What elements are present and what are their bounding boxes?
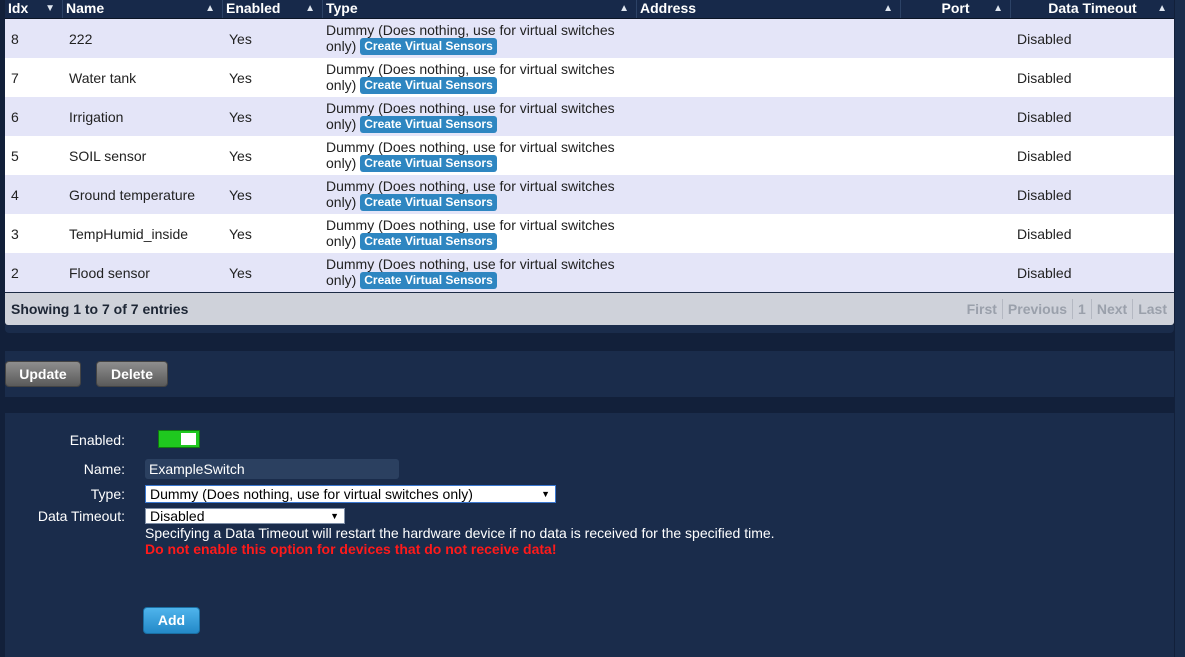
cell-data-timeout: Disabled: [1017, 264, 1072, 281]
cell-enabled: Yes: [229, 30, 252, 47]
cell-name: Irrigation: [69, 108, 124, 125]
sort-icon: ▲: [993, 3, 1003, 14]
table-row[interactable]: 8 222 Yes Dummy (Does nothing, use for v…: [5, 19, 1174, 58]
create-virtual-sensors-button[interactable]: Create Virtual Sensors: [360, 116, 497, 134]
create-virtual-sensors-button[interactable]: Create Virtual Sensors: [360, 233, 497, 251]
create-virtual-sensors-button[interactable]: Create Virtual Sensors: [360, 38, 497, 56]
table-body: 8 222 Yes Dummy (Does nothing, use for v…: [5, 19, 1174, 292]
cell-data-timeout: Disabled: [1017, 225, 1072, 242]
sort-icon: ▲: [205, 3, 215, 14]
table-footer: Showing 1 to 7 of 7 entries First Previo…: [5, 292, 1174, 325]
table-header: Idx ▼ Name ▲ Enabled ▲ Type ▲ Address ▲ Port ▲…: [5, 0, 1174, 19]
col-port[interactable]: Port ▲: [901, 0, 1011, 18]
table-info: Showing 1 to 7 of 7 entries: [11, 301, 189, 317]
cell-name: Water tank: [69, 69, 137, 86]
type-label: Type:: [90, 486, 125, 502]
cell-type: Dummy (Does nothing, use for virtual swi…: [326, 21, 615, 56]
table-row[interactable]: 7 Water tank Yes Dummy (Does nothing, us…: [5, 58, 1174, 97]
cell-type: Dummy (Does nothing, use for virtual swi…: [326, 255, 615, 290]
enabled-label: Enabled:: [69, 432, 125, 448]
cell-idx: 7: [11, 69, 19, 86]
pager-first[interactable]: First: [962, 299, 1002, 319]
col-type[interactable]: Type ▲: [323, 0, 637, 18]
table-footer-edge: [5, 325, 1174, 333]
cell-name: 222: [69, 30, 93, 47]
create-virtual-sensors-button[interactable]: Create Virtual Sensors: [360, 194, 497, 212]
cell-enabled: Yes: [229, 147, 252, 164]
dropdown-arrow-icon: ▼: [541, 489, 550, 499]
cell-type: Dummy (Does nothing, use for virtual swi…: [326, 99, 615, 134]
timeout-note: Specifying a Data Timeout will restart t…: [145, 525, 775, 541]
dropdown-arrow-icon: ▼: [330, 511, 339, 521]
cell-idx: 2: [11, 264, 19, 281]
pagination: First Previous 1 Next Last: [962, 299, 1172, 319]
sort-icon: ▲: [619, 3, 629, 14]
delete-button[interactable]: Delete: [96, 361, 168, 387]
table-row[interactable]: 2 Flood sensor Yes Dummy (Does nothing, …: [5, 253, 1174, 292]
data-timeout-select[interactable]: Disabled ▼: [145, 508, 345, 524]
pager-page-1[interactable]: 1: [1072, 299, 1091, 319]
timeout-warning: Do not enable this option for devices th…: [145, 541, 557, 557]
toggle-knob: [181, 433, 196, 445]
create-virtual-sensors-button[interactable]: Create Virtual Sensors: [360, 155, 497, 173]
table-row[interactable]: 4 Ground temperature Yes Dummy (Does not…: [5, 175, 1174, 214]
table-row[interactable]: 3 TempHumid_inside Yes Dummy (Does nothi…: [5, 214, 1174, 253]
action-bar: Update Delete: [5, 351, 1174, 397]
cell-enabled: Yes: [229, 69, 252, 86]
sort-icon: ▲: [883, 3, 893, 14]
col-enabled[interactable]: Enabled ▲: [223, 0, 323, 18]
hardware-table: Idx ▼ Name ▲ Enabled ▲ Type ▲ Address ▲ Port ▲…: [5, 0, 1174, 333]
cell-enabled: Yes: [229, 264, 252, 281]
cell-data-timeout: Disabled: [1017, 69, 1072, 86]
cell-data-timeout: Disabled: [1017, 186, 1072, 203]
create-virtual-sensors-button[interactable]: Create Virtual Sensors: [360, 77, 497, 95]
sort-icon: ▲: [305, 3, 315, 14]
table-row[interactable]: 6 Irrigation Yes Dummy (Does nothing, us…: [5, 97, 1174, 136]
update-button[interactable]: Update: [5, 361, 81, 387]
hardware-form: Enabled: Name: Type: Dummy (Does nothing…: [5, 413, 1174, 657]
pager-previous[interactable]: Previous: [1001, 299, 1072, 319]
col-data-timeout[interactable]: Data Timeout ▲: [1011, 0, 1174, 18]
sort-icon: ▲: [1157, 3, 1167, 14]
type-select[interactable]: Dummy (Does nothing, use for virtual swi…: [145, 485, 556, 503]
cell-name: Flood sensor: [69, 264, 150, 281]
cell-data-timeout: Disabled: [1017, 30, 1072, 47]
data-timeout-label: Data Timeout:: [37, 508, 125, 524]
add-button[interactable]: Add: [143, 607, 200, 634]
name-label: Name:: [83, 461, 125, 477]
cell-data-timeout: Disabled: [1017, 147, 1072, 164]
table-row[interactable]: 5 SOIL sensor Yes Dummy (Does nothing, u…: [5, 136, 1174, 175]
cell-data-timeout: Disabled: [1017, 108, 1072, 125]
cell-type: Dummy (Does nothing, use for virtual swi…: [326, 216, 615, 251]
pager-last[interactable]: Last: [1132, 299, 1172, 319]
scrollbar-track[interactable]: [1175, 0, 1185, 657]
cell-name: TempHumid_inside: [69, 225, 189, 242]
enabled-toggle[interactable]: [158, 430, 200, 448]
col-address[interactable]: Address ▲: [637, 0, 901, 18]
cell-idx: 5: [11, 147, 19, 164]
cell-type: Dummy (Does nothing, use for virtual swi…: [326, 138, 615, 173]
cell-idx: 4: [11, 186, 19, 203]
cell-enabled: Yes: [229, 186, 252, 203]
cell-enabled: Yes: [229, 225, 252, 242]
cell-type: Dummy (Does nothing, use for virtual swi…: [326, 177, 615, 212]
cell-idx: 6: [11, 108, 19, 125]
cell-name: SOIL sensor: [69, 147, 147, 164]
cell-name: Ground temperature: [69, 186, 196, 203]
sort-desc-icon: ▼: [45, 3, 55, 14]
pager-next[interactable]: Next: [1090, 299, 1132, 319]
name-input[interactable]: [145, 459, 399, 479]
cell-type: Dummy (Does nothing, use for virtual swi…: [326, 60, 615, 95]
cell-idx: 3: [11, 225, 19, 242]
col-idx[interactable]: Idx ▼: [5, 0, 63, 18]
cell-idx: 8: [11, 30, 19, 47]
cell-enabled: Yes: [229, 108, 252, 125]
col-name[interactable]: Name ▲: [63, 0, 223, 18]
create-virtual-sensors-button[interactable]: Create Virtual Sensors: [360, 272, 497, 290]
